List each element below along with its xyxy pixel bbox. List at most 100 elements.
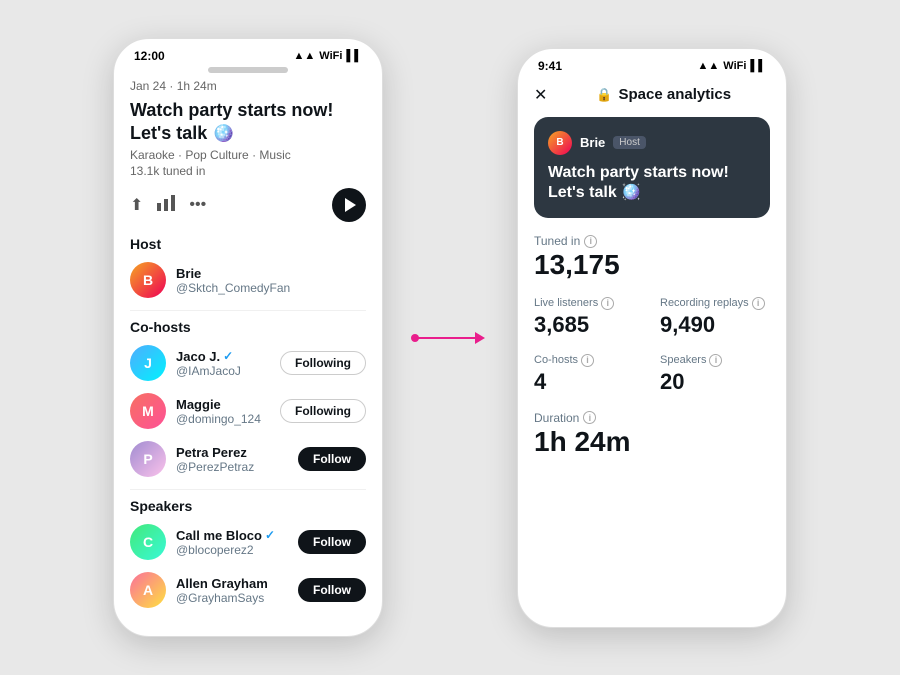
bloco-info: Call me Bloco ✓ @blocoperez2 (176, 528, 298, 557)
allen-handle: @GrayhamSays (176, 591, 298, 605)
status-bar-right: 9:41 ▲▲ WiFi ▌▌ (518, 49, 786, 77)
maggie-name: Maggie (176, 397, 280, 412)
bloco-verified: ✓ (265, 528, 275, 542)
tuned-in-metric: Tuned in i 13,175 (534, 234, 770, 281)
avatar-maggie: M (130, 393, 166, 429)
phone-left-content: Jan 24 · 1h 24m Watch party starts now!L… (114, 79, 382, 636)
speakers-value: 20 (660, 369, 770, 395)
status-icons-right: ▲▲ WiFi ▌▌ (698, 60, 767, 72)
host-tag: Host (613, 136, 646, 149)
petra-info: Petra Perez @PerezPetraz (176, 445, 298, 474)
share-icon[interactable]: ⬆ (130, 195, 143, 215)
cohosts-section-label: Co-hosts (130, 319, 366, 335)
maggie-handle: @domingo_124 (176, 412, 280, 426)
metrics-grid-2: Co-hosts i 4 Speakers i 20 (534, 354, 770, 395)
bloco-follow-button[interactable]: Follow (298, 530, 366, 554)
live-listeners-metric: Live listeners i 3,685 (534, 297, 644, 338)
right-phone: 9:41 ▲▲ WiFi ▌▌ ✕ 🔒 Space analytics B Br… (517, 48, 787, 628)
live-listeners-info-icon[interactable]: i (601, 297, 614, 310)
avatar-bloco: C (130, 524, 166, 560)
status-icons-left: ▲▲ WiFi ▌▌ (294, 50, 363, 62)
maggie-info: Maggie @domingo_124 (176, 397, 280, 426)
live-listeners-label: Live listeners i (534, 297, 644, 310)
allen-follow-button[interactable]: Follow (298, 578, 366, 602)
recording-replays-label: Recording replays i (660, 297, 770, 310)
cohosts-label: Co-hosts i (534, 354, 644, 367)
cohost-row-jaco: J Jaco J. ✓ @IAmJacoJ Following (130, 345, 366, 381)
space-card: B Brie Host Watch party starts now! Let'… (534, 117, 770, 219)
divider-1 (130, 310, 366, 311)
petra-handle: @PerezPetraz (176, 460, 298, 474)
duration-label: Duration i (534, 411, 770, 425)
arrow-line (415, 337, 475, 339)
time-right: 9:41 (538, 59, 562, 73)
speakers-section-label: Speakers (130, 498, 366, 514)
jaco-handle: @IAmJacoJ (176, 364, 280, 378)
host-name: Brie (176, 266, 366, 281)
more-icon[interactable]: ••• (189, 196, 206, 214)
speakers-label: Speakers i (660, 354, 770, 367)
space-tags: Karaoke · Pop Culture · Music (130, 148, 366, 162)
maggie-follow-button[interactable]: Following (280, 399, 366, 423)
petra-name: Petra Perez (176, 445, 298, 460)
jaco-follow-button[interactable]: Following (280, 351, 366, 375)
tuned-in-label: Tuned in i (534, 234, 770, 248)
cohost-row-petra: P Petra Perez @PerezPetraz Follow (130, 441, 366, 477)
analytics-content: Tuned in i 13,175 Live listeners i 3,685… (518, 234, 786, 490)
duration-metric: Duration i 1h 24m (534, 411, 770, 458)
jaco-name: Jaco J. ✓ (176, 349, 280, 364)
jaco-verified: ✓ (223, 349, 233, 363)
space-meta: Jan 24 · 1h 24m (130, 79, 366, 93)
cohosts-value: 4 (534, 369, 644, 395)
play-button[interactable] (332, 188, 366, 222)
speaker-row-allen: A Allen Grayham @GrayhamSays Follow (130, 572, 366, 608)
arrow (415, 332, 485, 344)
lock-icon: 🔒 (596, 87, 612, 103)
time-left: 12:00 (134, 49, 165, 63)
analytics-title-row: 🔒 Space analytics (557, 86, 770, 103)
speakers-metric: Speakers i 20 (660, 354, 770, 395)
host-info: Brie @Sktch_ComedyFan (176, 266, 366, 295)
close-button[interactable]: ✕ (534, 85, 547, 105)
allen-info: Allen Grayham @GrayhamSays (176, 576, 298, 605)
bloco-handle: @blocoperez2 (176, 543, 298, 557)
cohosts-info-icon[interactable]: i (581, 354, 594, 367)
petra-follow-button[interactable]: Follow (298, 447, 366, 471)
avatar-brie: B (130, 262, 166, 298)
card-host-name: Brie (580, 135, 605, 150)
analytics-header: ✕ 🔒 Space analytics (518, 77, 786, 117)
avatar-allen: A (130, 572, 166, 608)
divider-2 (130, 489, 366, 490)
cohost-row-maggie: M Maggie @domingo_124 Following (130, 393, 366, 429)
recording-replays-metric: Recording replays i 9,490 (660, 297, 770, 338)
card-title: Watch party starts now! Let's talk 🪩 (548, 163, 756, 205)
metrics-grid-1: Live listeners i 3,685 Recording replays… (534, 297, 770, 338)
allen-name: Allen Grayham (176, 576, 298, 591)
recording-replays-value: 9,490 (660, 312, 770, 338)
space-tuned: 13.1k tuned in (130, 164, 366, 178)
left-phone: 12:00 ▲▲ WiFi ▌▌ Jan 24 · 1h 24m Watch p… (113, 38, 383, 637)
host-section-label: Host (130, 236, 366, 252)
speakers-info-icon[interactable]: i (709, 354, 722, 367)
tuned-in-info-icon[interactable]: i (584, 235, 597, 248)
avatar-petra: P (130, 441, 166, 477)
host-row: B Brie @Sktch_ComedyFan (130, 262, 366, 298)
chart-icon[interactable] (157, 195, 175, 216)
speaker-row-bloco: C Call me Bloco ✓ @blocoperez2 Follow (130, 524, 366, 560)
notch-left (208, 67, 288, 73)
duration-value: 1h 24m (534, 427, 770, 458)
status-bar-left: 12:00 ▲▲ WiFi ▌▌ (114, 39, 382, 67)
recording-replays-info-icon[interactable]: i (752, 297, 765, 310)
analytics-title: Space analytics (619, 86, 732, 103)
tuned-in-value: 13,175 (534, 250, 770, 281)
bloco-name: Call me Bloco ✓ (176, 528, 298, 543)
duration-info-icon[interactable]: i (583, 411, 596, 424)
arrow-head (475, 332, 485, 344)
space-title-left: Watch party starts now!Let's talk 🪩 (130, 99, 366, 144)
live-listeners-value: 3,685 (534, 312, 644, 338)
cohosts-metric: Co-hosts i 4 (534, 354, 644, 395)
jaco-info: Jaco J. ✓ @IAmJacoJ (176, 349, 280, 378)
avatar-jaco: J (130, 345, 166, 381)
space-card-host-row: B Brie Host (548, 131, 756, 155)
arrow-dot (411, 334, 419, 342)
